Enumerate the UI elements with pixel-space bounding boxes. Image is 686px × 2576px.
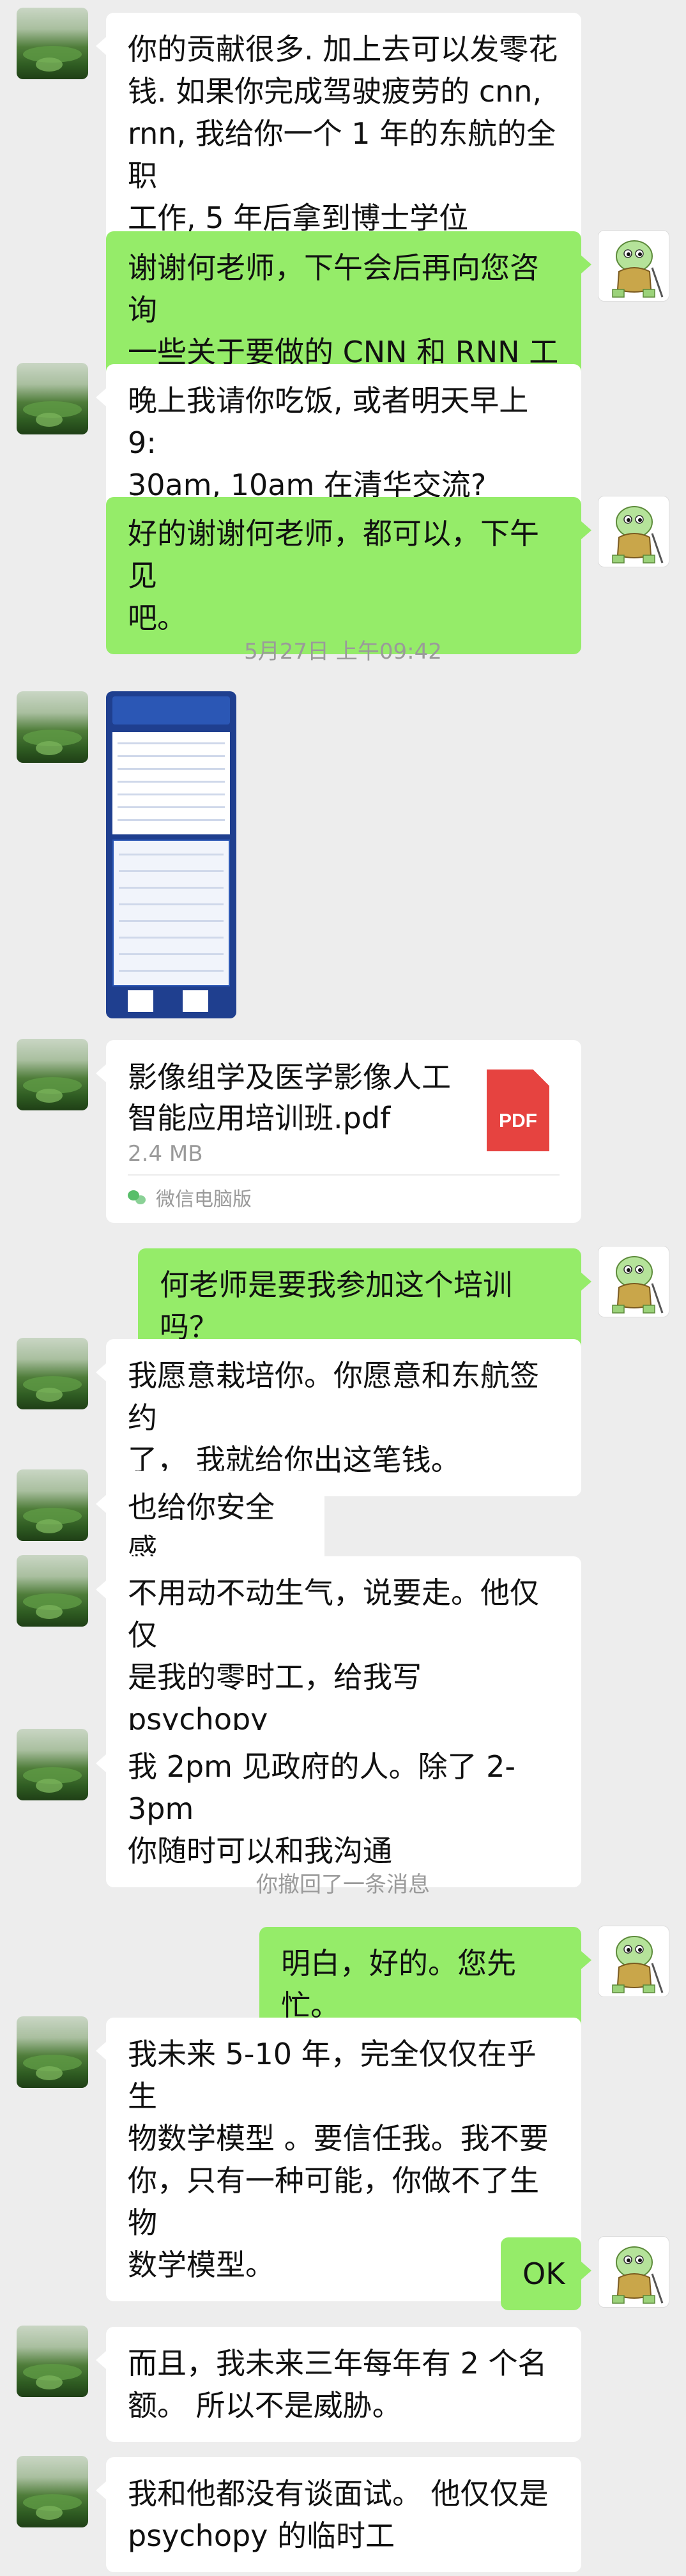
avatar[interactable]	[17, 2016, 88, 2088]
timestamp: 5月27日 上午09:42	[244, 639, 442, 664]
file-source: 微信电脑版	[128, 1183, 252, 1211]
avatar[interactable]	[17, 8, 88, 79]
image-message[interactable]	[106, 691, 236, 1018]
image-table	[112, 839, 230, 986]
turtle-avatar-icon	[612, 2246, 664, 2304]
file-size: 2.4 MB	[128, 1141, 203, 1167]
turtle-avatar-icon	[612, 506, 664, 564]
file-source-label: 微信电脑版	[156, 1188, 252, 1211]
incoming-message: 我和他都没有谈面试。 他仅仅是 psychopy 的临时工	[96, 2457, 581, 2572]
avatar[interactable]	[17, 363, 88, 434]
avatar[interactable]	[17, 1555, 88, 1627]
image-text-block	[112, 732, 230, 834]
avatar[interactable]	[598, 230, 669, 302]
avatar[interactable]	[17, 691, 88, 763]
image-header	[112, 696, 230, 724]
turtle-avatar-icon	[612, 240, 664, 298]
turtle-avatar-icon	[612, 1936, 664, 1993]
avatar[interactable]	[17, 1039, 88, 1110]
avatar[interactable]	[598, 2236, 669, 2308]
outgoing-message: 好的谢谢何老师，都可以，下午见 吧。	[106, 497, 591, 654]
outgoing-message: OK	[501, 2237, 591, 2310]
avatar[interactable]	[598, 1246, 669, 1317]
avatar[interactable]	[598, 496, 669, 567]
turtle-avatar-icon	[612, 1256, 664, 1314]
pdf-icon: PDF	[487, 1070, 549, 1151]
avatar[interactable]	[598, 1926, 669, 1997]
wechat-icon	[128, 1188, 147, 1207]
avatar[interactable]	[17, 1338, 88, 1409]
file-message[interactable]: 影像组学及医学影像人工智能应用培训班.pdf 2.4 MB PDF 微信电脑版	[96, 1040, 581, 1223]
pdf-label: PDF	[499, 1110, 537, 1131]
incoming-message: 而且，我未来三年每年有 2 个名 额。 所以不是威胁。	[96, 2327, 581, 2442]
avatar[interactable]	[17, 1469, 88, 1541]
file-name: 影像组学及医学影像人工智能应用培训班.pdf	[128, 1060, 451, 1135]
incoming-message: 你的贡献很多. 加上去可以发零花 钱. 如果你完成驾驶疲劳的 cnn, rnn,…	[96, 13, 581, 254]
divider	[128, 1174, 560, 1176]
avatar[interactable]	[17, 1729, 88, 1800]
avatar[interactable]	[17, 2456, 88, 2527]
qr-code-icon	[128, 990, 153, 1012]
incoming-message: 我 2pm 见政府的人。除了 2-3pm 你随时可以和我沟通	[96, 1730, 581, 1887]
avatar[interactable]	[17, 2326, 88, 2397]
qr-code-icon	[183, 990, 208, 1012]
recall-notice: 你撤回了一条消息	[256, 1872, 430, 1897]
